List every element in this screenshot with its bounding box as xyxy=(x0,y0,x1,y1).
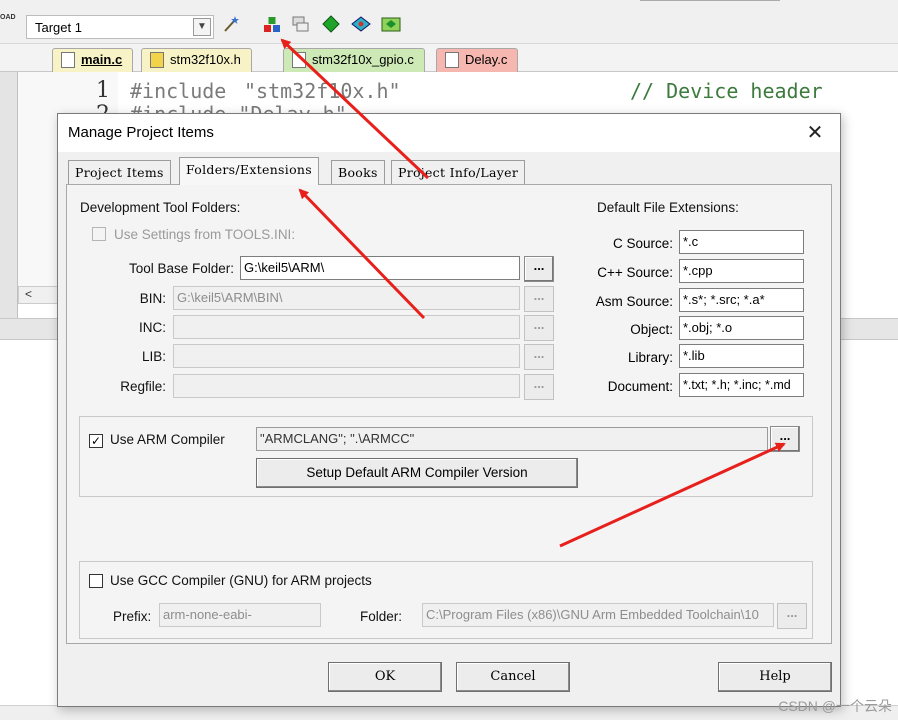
document-input[interactable]: *.txt; *.h; *.inc; *.md xyxy=(679,373,804,397)
tab-label: stm32f10x_gpio.c xyxy=(312,52,414,67)
cancel-button[interactable]: Cancel xyxy=(456,662,570,692)
tab-label: Delay.c xyxy=(465,52,508,67)
dialog-title-bar[interactable]: Manage Project Items ✕ xyxy=(58,114,840,152)
load-icon-text: OAD xyxy=(0,14,16,21)
asm-source-label: Asm Source: xyxy=(595,294,673,309)
lib-browse-button[interactable]: ... xyxy=(524,344,554,370)
line-number: 1 xyxy=(96,78,110,103)
file-icon xyxy=(61,52,75,68)
setup-default-compiler-button[interactable]: Setup Default ARM Compiler Version xyxy=(256,458,578,488)
chevron-left-icon[interactable]: < xyxy=(25,287,32,301)
file-tab-bar: main.c stm32f10x.h stm32f10x_gpio.c Dela… xyxy=(0,44,898,72)
inc-input[interactable] xyxy=(173,315,520,339)
dev-tool-folders-heading: Development Tool Folders: xyxy=(80,200,241,215)
manage-project-items-icon[interactable] xyxy=(261,14,283,36)
target-select[interactable]: Target 1 ▼ xyxy=(26,15,214,39)
tool-base-browse-button[interactable]: ... xyxy=(524,256,554,282)
use-settings-label: Use Settings from TOOLS.INI: xyxy=(114,227,296,242)
main-toolbar: OAD Target 1 ▼ xyxy=(0,0,898,44)
code-comment: // Device header xyxy=(630,79,823,103)
cpp-source-input[interactable]: *.cpp xyxy=(679,259,804,283)
regfile-browse-button[interactable]: ... xyxy=(524,374,554,400)
tab-label: Project Info/Layer xyxy=(398,165,519,180)
target-select-value: Target 1 xyxy=(35,20,82,35)
file-extensions-icon[interactable] xyxy=(290,14,312,36)
pack-icon[interactable] xyxy=(380,14,402,36)
magic-wand-icon[interactable] xyxy=(220,14,242,36)
status-bar xyxy=(0,705,898,720)
close-icon[interactable]: ✕ xyxy=(802,120,828,146)
arm-compiler-browse-button[interactable]: ... xyxy=(770,426,800,452)
code-header-string: "stm32f10x.h" xyxy=(244,79,401,103)
use-gcc-compiler-checkbox[interactable] xyxy=(89,574,103,588)
bin-label: BIN: xyxy=(139,291,166,306)
watermark: CSDN @一个云朵 xyxy=(778,698,892,714)
gcc-prefix-input[interactable]: arm-none-eabi- xyxy=(159,603,321,627)
tab-label: stm32f10x.h xyxy=(170,52,241,67)
asm-source-input[interactable]: *.s*; *.src; *.a* xyxy=(679,288,804,312)
ok-button[interactable]: OK xyxy=(328,662,442,692)
tab-stm32f10x-h[interactable]: stm32f10x.h xyxy=(141,48,252,72)
inc-label: INC: xyxy=(139,320,166,335)
tab-main-c[interactable]: main.c xyxy=(52,48,134,72)
use-arm-compiler-label: Use ARM Compiler xyxy=(110,432,225,447)
library-label: Library: xyxy=(627,350,673,365)
run-icon[interactable] xyxy=(350,14,372,36)
tab-project-info-layer[interactable]: Project Info/Layer xyxy=(391,160,526,184)
code-directive: #include xyxy=(130,79,227,103)
lib-label: LIB: xyxy=(141,349,166,364)
tool-base-folder-label: Tool Base Folder: xyxy=(128,261,234,276)
cpp-source-label: C++ Source: xyxy=(597,265,673,280)
use-settings-checkbox[interactable] xyxy=(92,227,106,241)
toolbar-edge xyxy=(640,0,780,6)
tab-stm32f10x-gpio-c[interactable]: stm32f10x_gpio.c xyxy=(283,48,425,72)
file-icon xyxy=(445,52,459,68)
tab-label: main.c xyxy=(81,52,123,67)
document-label: Document: xyxy=(607,379,673,394)
c-source-label: C Source: xyxy=(612,236,673,251)
chevron-down-icon[interactable]: ▼ xyxy=(193,18,211,36)
gcc-folder-browse-button[interactable]: ... xyxy=(777,603,807,629)
use-gcc-compiler-label: Use GCC Compiler (GNU) for ARM projects xyxy=(110,573,372,588)
tab-books[interactable]: Books xyxy=(331,160,385,184)
checkmark-icon: ✓ xyxy=(90,434,102,448)
gcc-folder-input[interactable]: C:\Program Files (x86)\GNU Arm Embedded … xyxy=(422,603,774,627)
file-icon xyxy=(150,52,164,68)
use-arm-compiler-checkbox[interactable]: ✓ xyxy=(89,434,103,448)
load-icon[interactable]: OAD xyxy=(0,14,16,34)
tab-label: Project Items xyxy=(75,165,164,180)
tool-base-folder-input[interactable]: G:\keil5\ARM\ xyxy=(240,256,520,280)
dialog-title: Manage Project Items xyxy=(68,124,214,141)
file-icon xyxy=(292,52,306,68)
arm-compiler-input[interactable]: "ARMCLANG"; ".\ARMCC" xyxy=(256,427,768,451)
tab-label: Folders/Extensions xyxy=(186,162,312,177)
prefix-label: Prefix: xyxy=(113,609,152,624)
file-extensions-heading: Default File Extensions: xyxy=(597,200,739,215)
bin-input[interactable]: G:\keil5\ARM\BIN\ xyxy=(173,286,520,310)
manage-project-items-dialog: Manage Project Items ✕ Project Items Fol… xyxy=(57,113,841,707)
green-diamond-icon[interactable] xyxy=(320,14,342,36)
regfile-label: Regfile: xyxy=(120,379,166,394)
library-input[interactable]: *.lib xyxy=(679,344,804,368)
object-input[interactable]: *.obj; *.o xyxy=(679,316,804,340)
c-source-input[interactable]: *.c xyxy=(679,230,804,254)
bin-browse-button[interactable]: ... xyxy=(524,286,554,312)
tab-delay-c[interactable]: Delay.c xyxy=(436,48,519,72)
lib-input[interactable] xyxy=(173,344,520,368)
tab-project-items[interactable]: Project Items xyxy=(68,160,171,184)
tab-folders-extensions[interactable]: Folders/Extensions xyxy=(179,157,319,185)
folder-label: Folder: xyxy=(360,609,403,624)
tab-label: Books xyxy=(338,165,378,180)
inc-browse-button[interactable]: ... xyxy=(524,315,554,341)
help-button[interactable]: Help xyxy=(718,662,832,692)
regfile-input[interactable] xyxy=(173,374,520,398)
object-label: Object: xyxy=(630,322,673,337)
